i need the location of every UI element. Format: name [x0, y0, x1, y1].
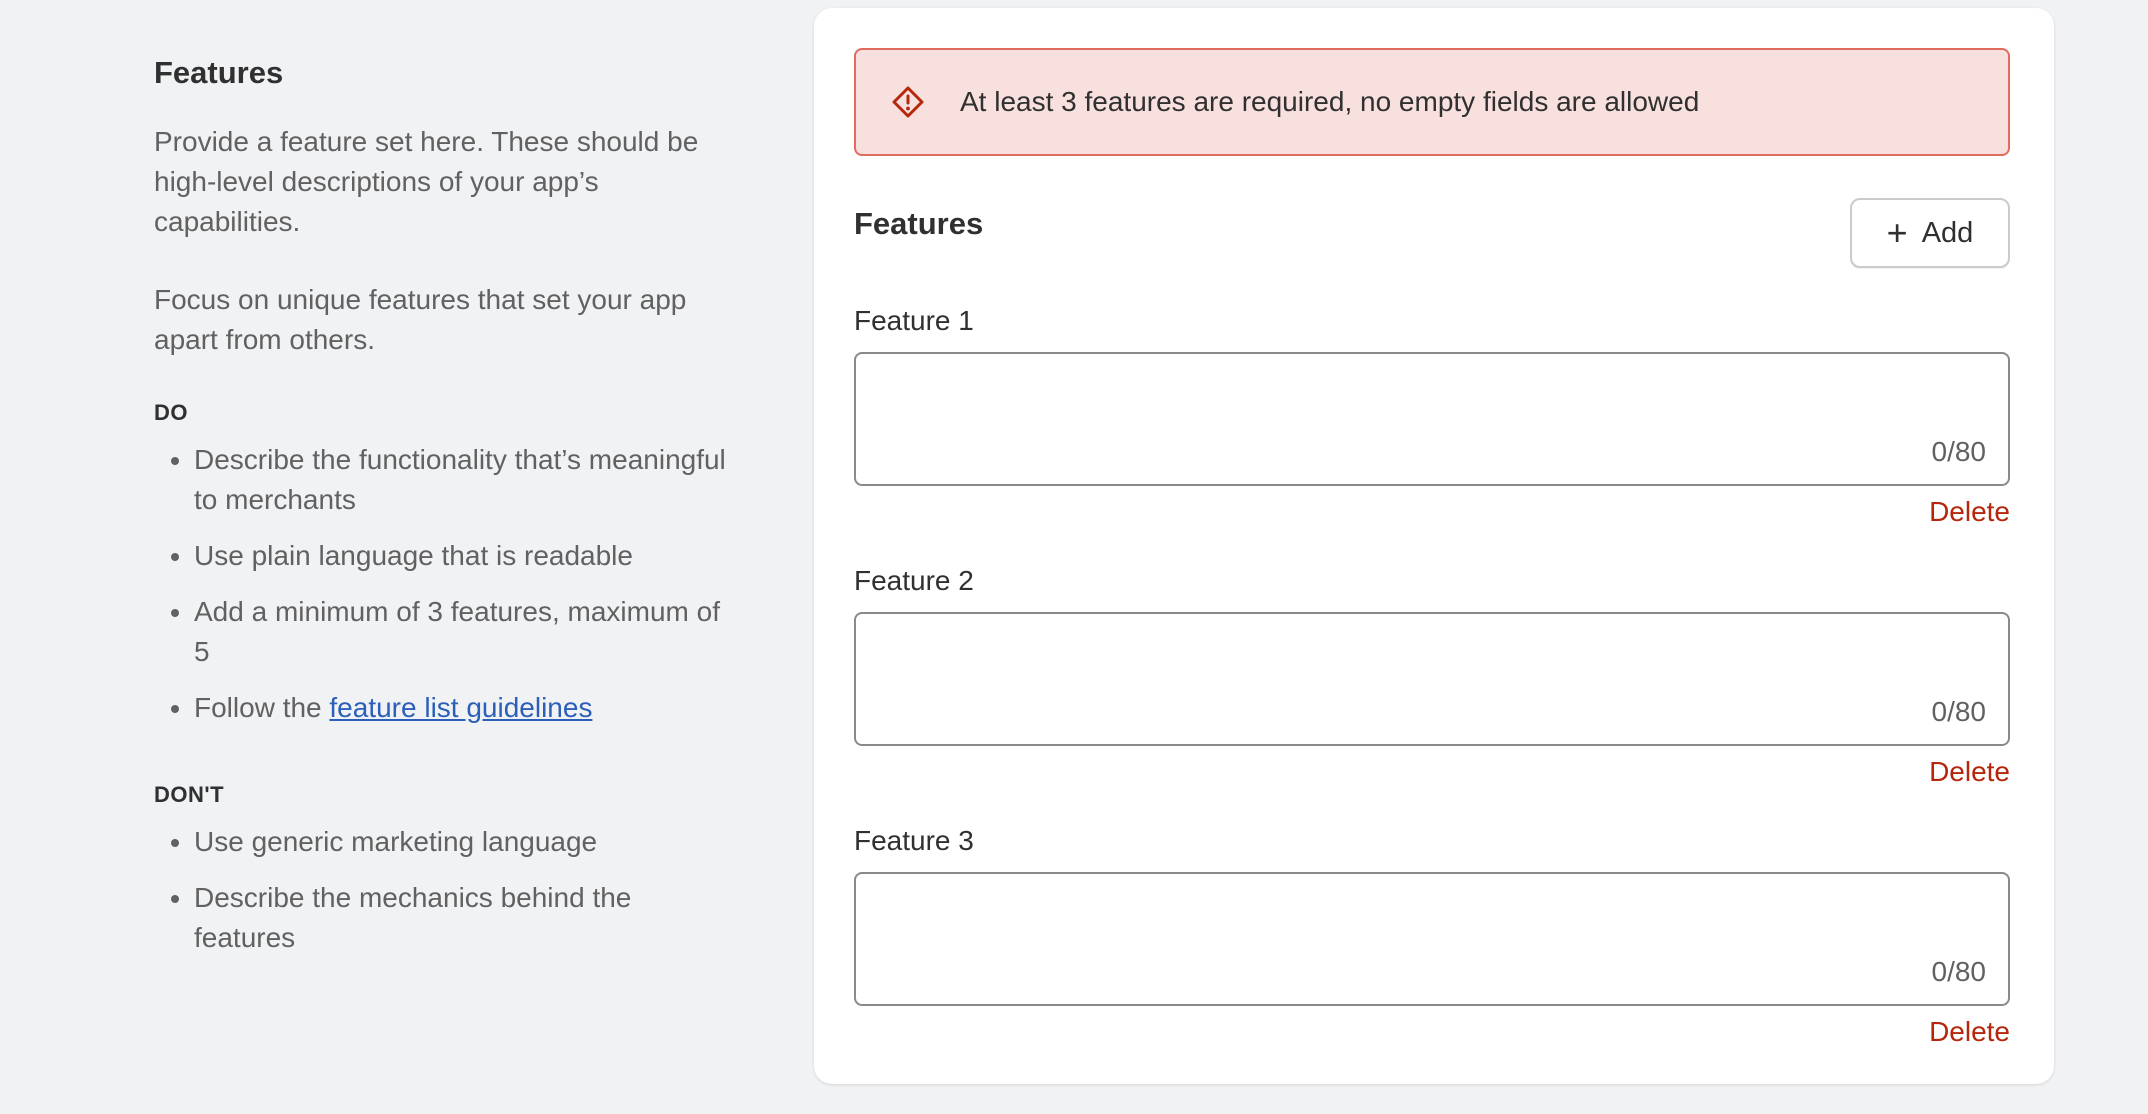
dont-list: Use generic marketing language Describe …	[154, 822, 734, 958]
feature-list-guidelines-link[interactable]: feature list guidelines	[329, 692, 592, 723]
do-item: Use plain language that is readable	[194, 536, 734, 576]
do-item: Add a minimum of 3 features, maximum of …	[194, 592, 734, 672]
dont-item: Use generic marketing language	[194, 822, 734, 862]
features-guidance: Features Provide a feature set here. The…	[154, 54, 734, 1010]
add-feature-label: Add	[1921, 216, 1974, 249]
feature-1-input[interactable]	[856, 354, 2008, 484]
feature-3-input[interactable]	[856, 874, 2008, 1004]
feature-input-box: 0/80	[854, 612, 2010, 746]
do-list: Describe the functionality that’s meanin…	[154, 440, 734, 728]
add-feature-button[interactable]: + Add	[1850, 198, 2010, 268]
feature-input-box: 0/80	[854, 872, 2010, 1006]
do-item: Follow the feature list guidelines	[194, 688, 734, 728]
do-heading: DO	[154, 400, 188, 425]
character-counter: 0/80	[1931, 956, 1987, 987]
feature-field-3: Feature 3 0/80 Delete	[854, 824, 2010, 1052]
error-banner: At least 3 features are required, no emp…	[854, 48, 2010, 156]
feature-label: Feature 2	[854, 565, 974, 596]
feature-input-box: 0/80	[854, 352, 2010, 486]
features-header: Features + Add	[854, 198, 2010, 270]
guidance-paragraph-1: Provide a feature set here. These should…	[154, 126, 699, 237]
delete-feature-1-button[interactable]: Delete	[854, 492, 2010, 532]
feature-2-input[interactable]	[856, 614, 2008, 744]
features-form-title: Features	[854, 206, 984, 241]
features-card: At least 3 features are required, no emp…	[814, 8, 2054, 1084]
character-counter: 0/80	[1931, 436, 1987, 467]
alert-diamond-icon	[890, 84, 926, 120]
delete-feature-3-button[interactable]: Delete	[854, 1012, 2010, 1052]
character-counter: 0/80	[1931, 696, 1987, 727]
do-item: Describe the functionality that’s meanin…	[194, 440, 734, 520]
dont-heading: DON'T	[154, 782, 225, 807]
delete-feature-2-button[interactable]: Delete	[854, 752, 2010, 792]
guidance-paragraph-2: Focus on unique features that set your a…	[154, 284, 687, 355]
feature-field-2: Feature 2 0/80 Delete	[854, 564, 2010, 792]
feature-field-1: Feature 1 0/80 Delete	[854, 304, 2010, 532]
dont-item: Describe the mechanics behind the featur…	[194, 878, 734, 958]
feature-label: Feature 3	[854, 825, 974, 856]
feature-label: Feature 1	[854, 305, 974, 336]
guidance-title: Features	[154, 55, 284, 90]
do-item-text: Follow the	[194, 692, 330, 723]
error-banner-message: At least 3 features are required, no emp…	[960, 86, 1700, 117]
plus-icon: +	[1886, 212, 1908, 253]
